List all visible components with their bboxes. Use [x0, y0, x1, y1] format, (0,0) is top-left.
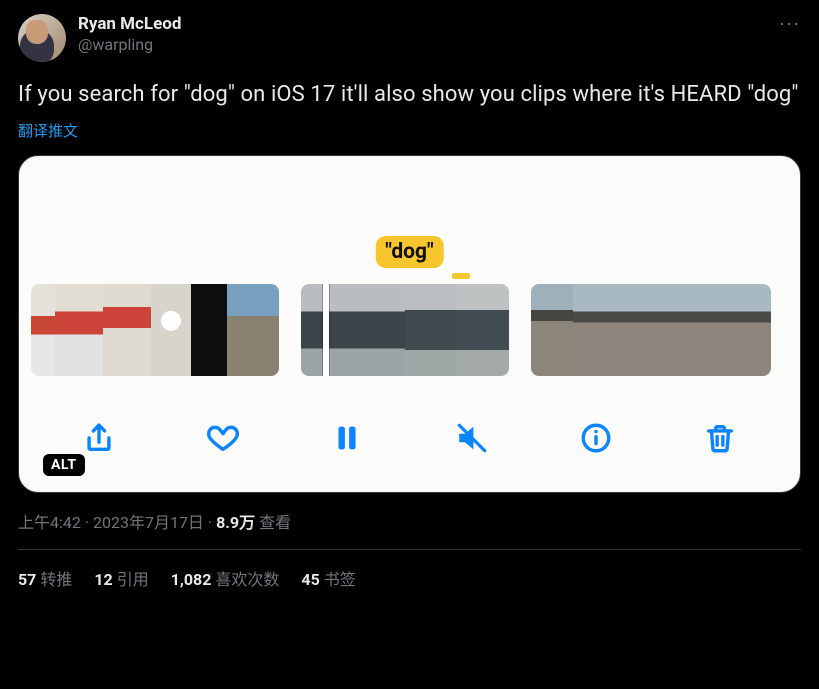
- tweet-meta: 上午4:42 · 2023年7月17日 · 8.9万 查看: [18, 509, 801, 533]
- video-frame: [531, 284, 573, 376]
- display-name: Ryan McLeod: [78, 14, 181, 35]
- views-label: 查看: [255, 513, 291, 532]
- stat-label: 转推: [40, 570, 72, 589]
- pause-button[interactable]: [326, 417, 368, 459]
- stat-count: 45: [301, 570, 319, 589]
- views-count: 8.9万: [216, 513, 255, 532]
- more-button[interactable]: ···: [779, 14, 801, 34]
- search-tag-marker: [452, 273, 470, 279]
- alt-badge[interactable]: ALT: [43, 454, 85, 476]
- video-frame: [615, 284, 657, 376]
- info-button[interactable]: [575, 417, 617, 459]
- like-button[interactable]: [202, 417, 244, 459]
- video-frame: [573, 284, 615, 376]
- tweet-stats: 57转推 12 引用 1,082喜欢次数 45 书签: [18, 566, 801, 590]
- tweet-time[interactable]: 上午4:42: [18, 513, 81, 532]
- clip-group-1[interactable]: [31, 284, 279, 376]
- heart-icon: [206, 421, 240, 455]
- mute-icon: [455, 421, 489, 455]
- clip-group-2[interactable]: [301, 284, 509, 376]
- info-icon: [579, 421, 613, 455]
- search-tag: "dog": [375, 236, 443, 268]
- video-frame: [103, 284, 151, 376]
- share-icon: [82, 421, 116, 455]
- video-frame: [699, 284, 741, 376]
- stat-likes[interactable]: 1,082喜欢次数: [171, 566, 280, 590]
- video-frame: [191, 284, 227, 376]
- stat-quotes[interactable]: 12 引用: [94, 566, 148, 590]
- video-frame: [227, 284, 279, 376]
- stat-count: 1,082: [171, 570, 212, 589]
- video-frame: [55, 284, 103, 376]
- stat-bookmarks[interactable]: 45 书签: [301, 566, 355, 590]
- avatar[interactable]: [18, 14, 66, 62]
- stat-label: 书签: [324, 570, 356, 589]
- translate-link[interactable]: 翻译推文: [18, 120, 78, 141]
- playhead[interactable]: [323, 284, 329, 376]
- tweet-date[interactable]: 2023年7月17日: [93, 513, 204, 532]
- tweet-header: Ryan McLeod @warpling ···: [18, 14, 801, 62]
- video-frame: [657, 284, 699, 376]
- clip-group-3[interactable]: [531, 284, 771, 376]
- pause-icon: [330, 421, 364, 455]
- video-frame: [31, 284, 55, 376]
- tweet-text: If you search for "dog" on iOS 17 it'll …: [18, 80, 801, 110]
- media-card[interactable]: "dog": [18, 155, 801, 493]
- tweet-container: Ryan McLeod @warpling ··· If you search …: [0, 0, 819, 604]
- stat-count: 12: [94, 570, 112, 589]
- stat-label: 引用: [117, 570, 149, 589]
- video-frame: [741, 284, 771, 376]
- video-frame: [457, 284, 509, 376]
- video-frame: [405, 284, 457, 376]
- author-block[interactable]: Ryan McLeod @warpling: [78, 14, 181, 55]
- handle: @warpling: [78, 35, 181, 55]
- stat-retweets[interactable]: 57转推: [18, 566, 72, 590]
- trash-icon: [703, 421, 737, 455]
- divider: [18, 549, 801, 550]
- video-frame: [353, 284, 405, 376]
- share-button[interactable]: [78, 417, 120, 459]
- video-frame: [151, 284, 191, 376]
- stat-label: 喜欢次数: [215, 570, 279, 589]
- trash-button[interactable]: [699, 417, 741, 459]
- media-toolbar: [19, 394, 800, 492]
- stat-count: 57: [18, 570, 36, 589]
- video-timeline[interactable]: [19, 284, 800, 376]
- mute-button[interactable]: [451, 417, 493, 459]
